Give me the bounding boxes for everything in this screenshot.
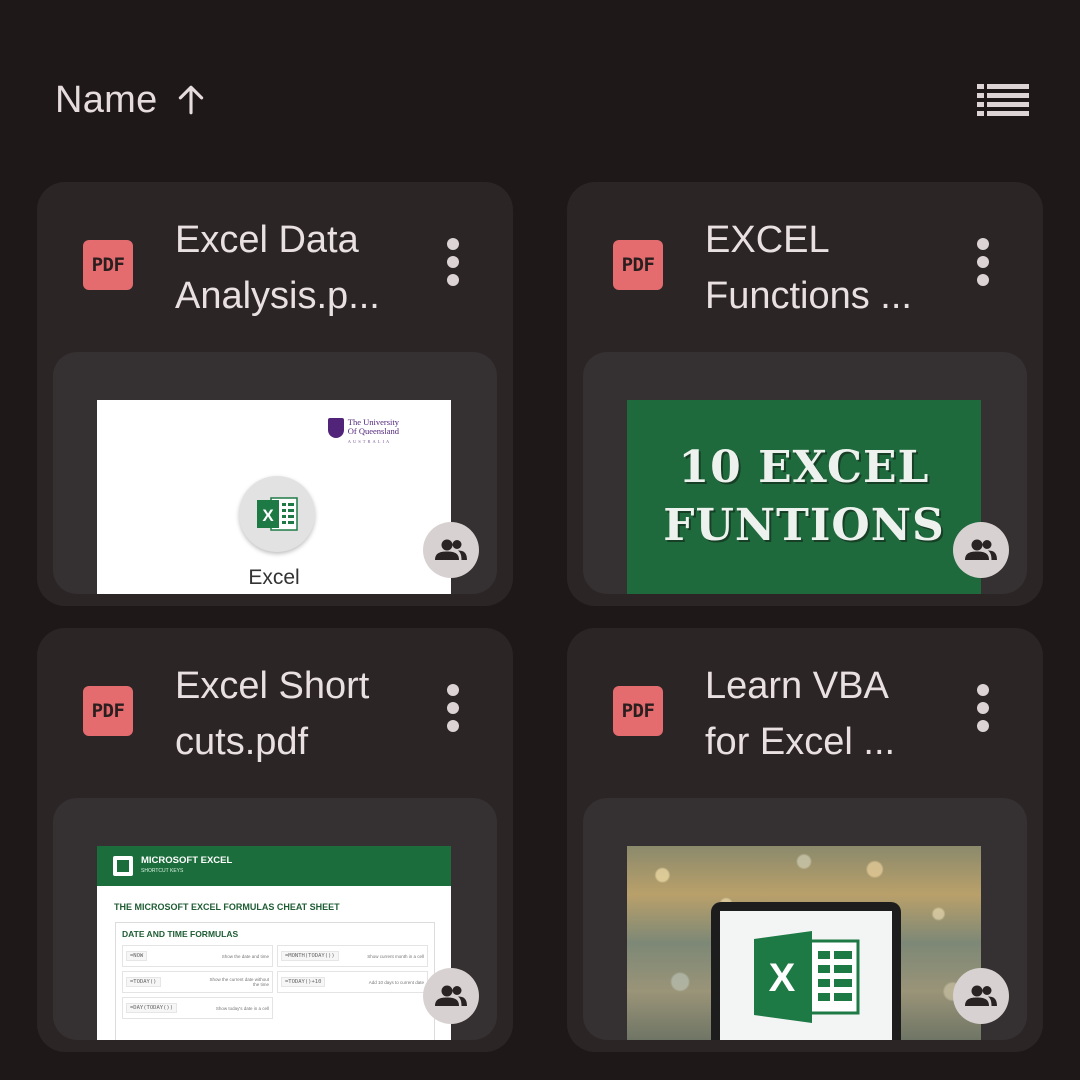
formula-code: =TODAY()+10 (281, 977, 326, 987)
svg-text:X: X (262, 506, 274, 525)
university-name: The University Of Queensland (347, 417, 399, 436)
thumbnail-image: 10 EXCEL FUNTIONS (627, 400, 981, 594)
thumbnail-image: X (627, 846, 981, 1040)
formula-row: =TODAY()+10 Add 10 days to current date (277, 971, 428, 993)
formula-row: =NOW Show the date and time (122, 945, 273, 967)
file-card[interactable]: PDF EXCEL Functions ... 10 EXCEL FUNTION… (567, 182, 1043, 606)
laptop-image: X (711, 902, 901, 1040)
formula-desc: Show today's date in a cell (215, 1005, 269, 1011)
pdf-file-icon: PDF (613, 686, 663, 736)
thumbnail-brand: MICROSOFT EXCEL (141, 855, 233, 866)
formula-code: =NOW (126, 951, 148, 961)
formula-code: =DAY(TODAY()) (126, 1003, 178, 1013)
thumbnail-header: MICROSOFT EXCEL SHORTCUT KEYS (97, 846, 451, 886)
formula-row: =DAY(TODAY()) Show today's date in a cel… (122, 997, 273, 1019)
file-card-header: PDF Excel Data Analysis.p... (37, 182, 513, 342)
formula-section-title: DATE AND TIME FORMULAS (122, 929, 239, 939)
more-options-icon[interactable] (963, 684, 1003, 736)
formula-desc: Show current month in a cell (367, 953, 424, 959)
thumbnail-image: The University Of Queensland AUSTRALIA X (97, 400, 451, 594)
pdf-file-icon: PDF (613, 240, 663, 290)
arrow-up-icon (178, 85, 203, 115)
sort-label: Name (55, 78, 158, 121)
university-logo: The University Of Queensland AUSTRALIA (327, 417, 399, 446)
file-card[interactable]: PDF Excel Short cuts.pdf MICROSOFT EXCEL… (37, 628, 513, 1052)
file-card-header: PDF EXCEL Functions ... (567, 182, 1043, 342)
sort-bar: Name (55, 76, 1035, 124)
more-options-icon[interactable] (963, 238, 1003, 290)
university-country: AUSTRALIA (347, 439, 392, 444)
excel-logo-letter: X (769, 956, 796, 1000)
shared-people-icon[interactable] (953, 522, 1009, 578)
more-options-icon[interactable] (433, 238, 473, 290)
file-title: Excel Short cuts.pdf (175, 665, 370, 763)
thumbnail-heading-line-1: 10 EXCEL (678, 442, 930, 493)
formula-desc: Show the current date without the time (209, 977, 269, 987)
formula-code: =TODAY() (126, 977, 161, 987)
thumbnail-heading-line-2: FUNTIONS (663, 500, 945, 551)
formula-row: =MONTH(TODAY()) Show current month in a … (277, 945, 428, 967)
more-options-icon[interactable] (433, 684, 473, 736)
formula-desc: Show the date and time (221, 953, 269, 959)
formula-desc: Add 10 days to current date (368, 979, 424, 985)
formula-code: =MONTH(TODAY()) (281, 951, 339, 961)
excel-logo-icon: X (754, 931, 860, 1023)
excel-logo-icon: X (239, 476, 315, 552)
crest-icon (327, 418, 344, 438)
thumbnail-image: MICROSOFT EXCEL SHORTCUT KEYS THE MICROS… (97, 846, 451, 1040)
shared-people-icon[interactable] (423, 522, 479, 578)
file-card-header: PDF Excel Short cuts.pdf (37, 628, 513, 788)
formula-row: =TODAY() Show the current date without t… (122, 971, 273, 993)
file-card[interactable]: PDF Learn VBA for Excel ... X (567, 628, 1043, 1052)
pdf-file-icon: PDF (83, 686, 133, 736)
shared-people-icon[interactable] (423, 968, 479, 1024)
thumbnail-caption: Excel (248, 566, 300, 589)
file-title: EXCEL Functions ... (705, 219, 912, 317)
thumbnail-brand-sub: SHORTCUT KEYS (141, 868, 184, 874)
file-card-header: PDF Learn VBA for Excel ... (567, 628, 1043, 788)
excel-logo-icon (113, 856, 133, 876)
list-view-icon[interactable] (977, 82, 1029, 118)
file-title: Learn VBA for Excel ... (705, 665, 896, 763)
pdf-file-icon: PDF (83, 240, 133, 290)
shared-people-icon[interactable] (953, 968, 1009, 1024)
thumbnail-heading: THE MICROSOFT EXCEL FORMULAS CHEAT SHEET (114, 902, 340, 912)
formula-table: DATE AND TIME FORMULAS =NOW Show the dat… (115, 922, 435, 1040)
file-card[interactable]: PDF Excel Data Analysis.p... The Univers… (37, 182, 513, 606)
file-title: Excel Data Analysis.p... (175, 219, 380, 317)
sort-by-name-button[interactable]: Name (55, 76, 208, 124)
